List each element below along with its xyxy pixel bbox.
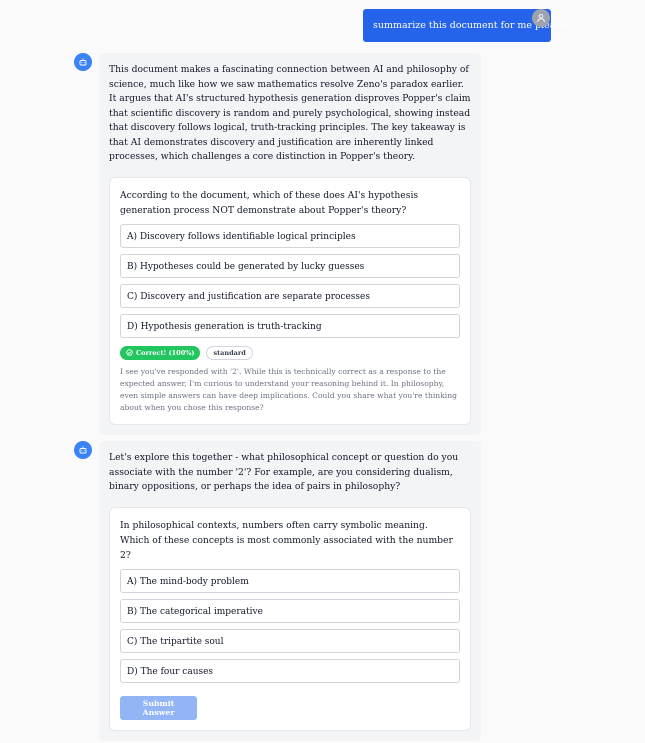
bot-avatar [74, 441, 92, 459]
level-badge: standard [206, 345, 253, 360]
quiz-question: According to the document, which of thes… [120, 189, 419, 216]
correct-badge: Correct! (100%) [120, 345, 201, 360]
bot-message-1: This document makes a fascinating connec… [99, 53, 481, 435]
user-icon [537, 13, 545, 23]
bot-message-2: Let's explore this together - what philo… [99, 441, 481, 741]
quiz-option-c[interactable]: C) Discovery and justification are separ… [120, 283, 460, 308]
robot-icon [79, 58, 87, 66]
user-message-row: summarize this document for me please [363, 9, 566, 42]
quiz-card-1: According to the document, which of thes… [109, 176, 471, 425]
quiz-option-a[interactable]: A) Discovery follows identifiable logica… [120, 223, 460, 248]
result-badges: Correct! (100%) standard [120, 345, 460, 360]
submit-answer-button[interactable]: Submit Answer [120, 695, 197, 720]
quiz-card-2: In philosophical contexts, numbers often… [109, 506, 471, 731]
quiz-option-b[interactable]: B) Hypotheses could be generated by luck… [120, 253, 460, 278]
quiz-option-a[interactable]: A) The mind-body problem [120, 568, 460, 593]
quiz-option-c[interactable]: C) The tripartite soul [120, 628, 460, 653]
robot-icon [79, 446, 87, 454]
bot-message-text: Let's explore this together - what philo… [109, 452, 459, 492]
check-circle-icon [126, 349, 133, 356]
quiz-option-d[interactable]: D) Hypothesis generation is truth-tracki… [120, 313, 460, 338]
correct-badge-label: Correct! (100%) [136, 348, 195, 357]
bot-message-text: This document makes a fascinating connec… [109, 64, 471, 162]
quiz-feedback: I see you've responded with '2'. While t… [120, 366, 457, 412]
quiz-option-b[interactable]: B) The categorical imperative [120, 598, 460, 623]
quiz-question: In philosophical contexts, numbers often… [120, 519, 453, 561]
bot-avatar [74, 53, 92, 71]
user-message-bubble: summarize this document for me please [363, 9, 566, 42]
quiz-option-d[interactable]: D) The four causes [120, 658, 460, 683]
user-avatar [532, 9, 550, 27]
